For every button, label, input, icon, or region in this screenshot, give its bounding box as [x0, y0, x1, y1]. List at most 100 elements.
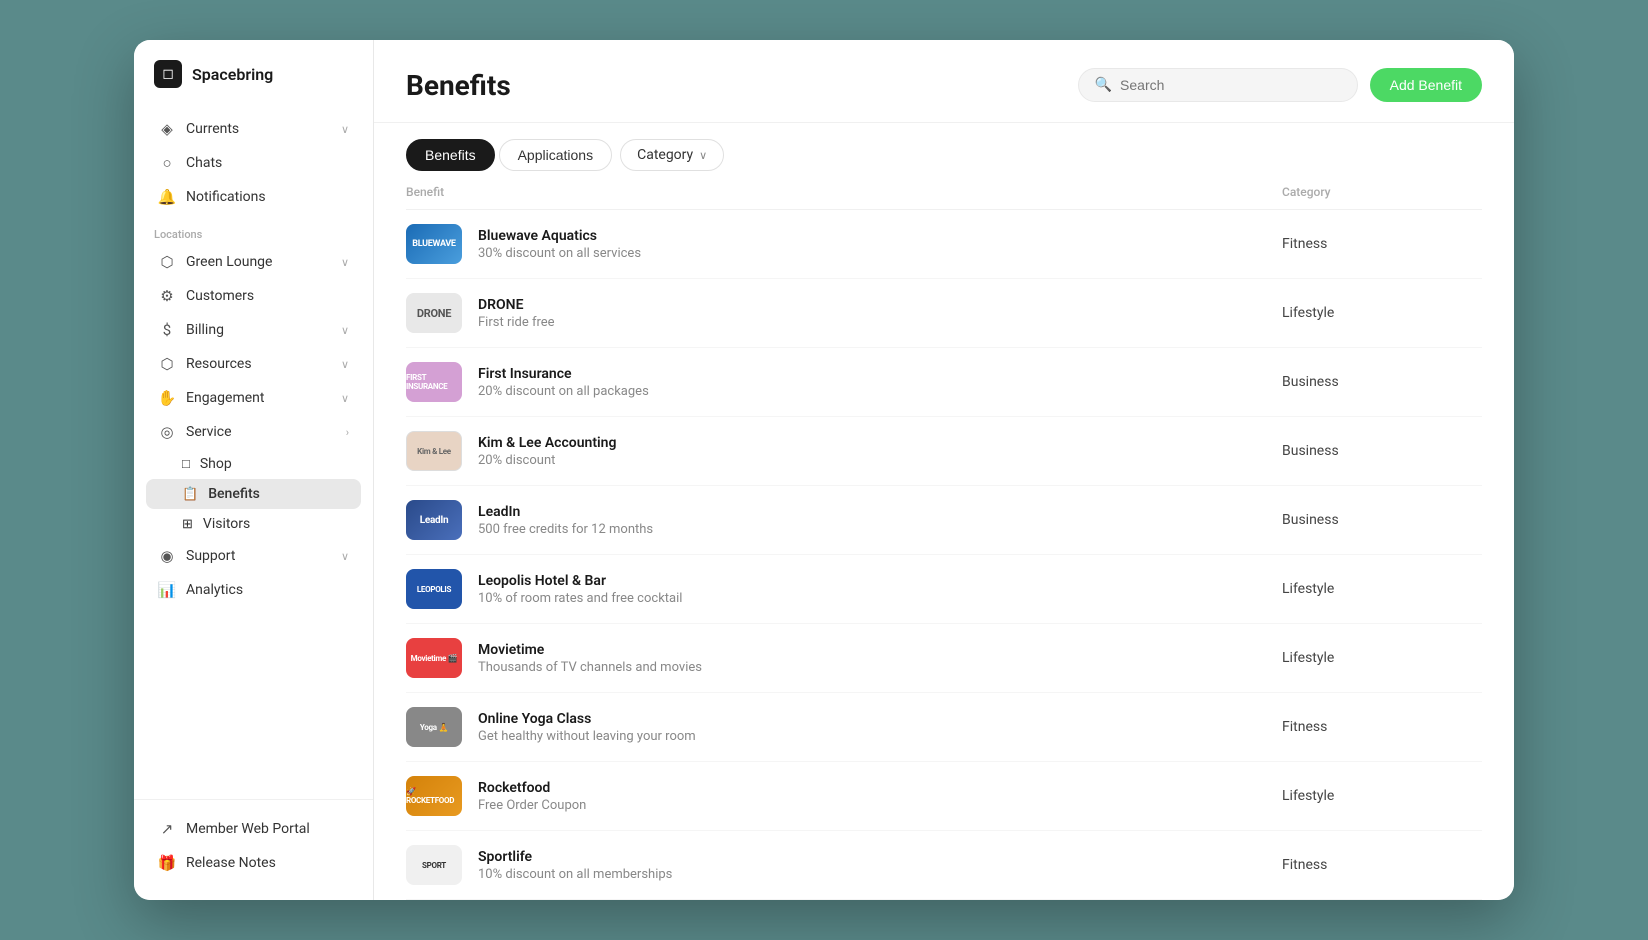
table-row[interactable]: LeadIn LeadIn 500 free credits for 12 mo… [406, 486, 1482, 555]
benefit-info: Rocketfood Free Order Coupon [478, 780, 586, 813]
analytics-icon: 📊 [158, 581, 176, 599]
table-body: BLUEWAVE Bluewave Aquatics 30% discount … [406, 210, 1482, 900]
chevron-down-icon: ∨ [341, 324, 349, 337]
search-input[interactable] [1120, 77, 1341, 93]
benefit-info: Bluewave Aquatics 30% discount on all se… [478, 228, 641, 261]
benefit-cell: LEOPOLIS Leopolis Hotel & Bar 10% of roo… [406, 569, 1282, 609]
benefit-name: LeadIn [478, 504, 653, 520]
sidebar-item-customers[interactable]: ⚙ Customers [146, 279, 361, 313]
benefit-cell: 🚀 ROCKETFOOD Rocketfood Free Order Coupo… [406, 776, 1282, 816]
category-cell: Business [1282, 443, 1482, 459]
benefit-description: 500 free credits for 12 months [478, 522, 653, 537]
sidebar-bottom: ↗ Member Web Portal 🎁 Release Notes [134, 799, 373, 880]
benefit-logo: SPORT [406, 845, 462, 885]
benefit-logo: LEOPOLIS [406, 569, 462, 609]
benefit-name: Sportlife [478, 849, 672, 865]
chevron-down-icon: ∨ [341, 123, 349, 136]
sidebar-item-billing[interactable]: $ Billing ∨ [146, 313, 361, 347]
sidebar-item-engagement[interactable]: ✋ Engagement ∨ [146, 381, 361, 415]
category-cell: Fitness [1282, 857, 1482, 873]
visitors-label: Visitors [203, 516, 250, 532]
benefit-name: Leopolis Hotel & Bar [478, 573, 682, 589]
table-row[interactable]: Movietime 🎬 Movietime Thousands of TV ch… [406, 624, 1482, 693]
benefit-name: Kim & Lee Accounting [478, 435, 616, 451]
table-header: Benefit Category [406, 171, 1482, 210]
table-row[interactable]: Yoga 🧘 Online Yoga Class Get healthy wit… [406, 693, 1482, 762]
sidebar-subitem-shop[interactable]: □ Shop [146, 449, 361, 479]
benefit-info: LeadIn 500 free credits for 12 months [478, 504, 653, 537]
sidebar-item-release-notes[interactable]: 🎁 Release Notes [146, 846, 361, 880]
sidebar-item-service[interactable]: ◎ Service › [146, 415, 361, 449]
table-row[interactable]: FIRST INSURANCE First Insurance 20% disc… [406, 348, 1482, 417]
benefit-description: 20% discount on all packages [478, 384, 649, 399]
benefit-description: 20% discount [478, 453, 616, 468]
category-dropdown[interactable]: Category ∨ [620, 139, 724, 171]
tab-applications[interactable]: Applications [499, 139, 613, 171]
sidebar-item-support[interactable]: ◉ Support ∨ [146, 539, 361, 573]
sidebar-item-analytics[interactable]: 📊 Analytics [146, 573, 361, 607]
sidebar-item-currents[interactable]: ◈ Currents ∨ [146, 112, 361, 146]
main-content: Benefits 🔍 Add Benefit Benefits Applicat… [374, 40, 1514, 900]
table-row[interactable]: 🚀 ROCKETFOOD Rocketfood Free Order Coupo… [406, 762, 1482, 831]
service-label: Service [186, 424, 232, 440]
chevron-down-icon: ∨ [341, 550, 349, 563]
sidebar-item-chats[interactable]: ○ Chats [146, 146, 361, 180]
sidebar-item-notifications[interactable]: 🔔 Notifications [146, 180, 361, 214]
sidebar: ◻ Spacebring ◈ Currents ∨ ○ Chats 🔔 Noti… [134, 40, 374, 900]
sidebar-item-resources[interactable]: ⬡ Resources ∨ [146, 347, 361, 381]
benefit-logo: 🚀 ROCKETFOOD [406, 776, 462, 816]
table-row[interactable]: DRONE DRONE First ride free Lifestyle [406, 279, 1482, 348]
benefit-description: First ride free [478, 315, 555, 330]
benefit-logo: Yoga 🧘 [406, 707, 462, 747]
table-row[interactable]: LEOPOLIS Leopolis Hotel & Bar 10% of roo… [406, 555, 1482, 624]
category-cell: Business [1282, 512, 1482, 528]
benefit-cell: LeadIn LeadIn 500 free credits for 12 mo… [406, 500, 1282, 540]
benefit-name: DRONE [478, 297, 555, 313]
member-portal-label: Member Web Portal [186, 821, 310, 837]
benefit-name: First Insurance [478, 366, 649, 382]
sidebar-item-member-portal[interactable]: ↗ Member Web Portal [146, 812, 361, 846]
app-logo-icon: ◻ [154, 60, 182, 88]
currents-label: Currents [186, 121, 239, 137]
benefits-icon: 📋 [182, 487, 198, 502]
visitors-icon: ⊞ [182, 517, 193, 532]
add-benefit-button[interactable]: Add Benefit [1370, 68, 1482, 102]
engagement-label: Engagement [186, 390, 264, 406]
benefit-info: Movietime Thousands of TV channels and m… [478, 642, 702, 675]
benefit-info: Kim & Lee Accounting 20% discount [478, 435, 616, 468]
sidebar-subitem-benefits[interactable]: 📋 Benefits [146, 479, 361, 509]
category-cell: Lifestyle [1282, 581, 1482, 597]
table-row[interactable]: Kim & Lee Kim & Lee Accounting 20% disco… [406, 417, 1482, 486]
logo-area: ◻ Spacebring [134, 60, 373, 112]
search-box[interactable]: 🔍 [1078, 68, 1358, 102]
category-label: Category [637, 147, 693, 163]
col-category-header: Category [1282, 185, 1482, 199]
benefit-cell: Kim & Lee Kim & Lee Accounting 20% disco… [406, 431, 1282, 471]
locations-label: Locations [146, 222, 361, 245]
chevron-down-icon: ∨ [341, 256, 349, 269]
sidebar-subitem-visitors[interactable]: ⊞ Visitors [146, 509, 361, 539]
benefit-logo: Movietime 🎬 [406, 638, 462, 678]
currents-icon: ◈ [158, 120, 176, 138]
benefit-description: Thousands of TV channels and movies [478, 660, 702, 675]
engagement-icon: ✋ [158, 389, 176, 407]
location-icon: ⬡ [158, 253, 176, 271]
gift-icon: 🎁 [158, 854, 176, 872]
benefit-name: Online Yoga Class [478, 711, 696, 727]
table-row[interactable]: SPORT Sportlife 10% discount on all memb… [406, 831, 1482, 900]
analytics-label: Analytics [186, 582, 243, 598]
benefit-cell: SPORT Sportlife 10% discount on all memb… [406, 845, 1282, 885]
benefit-description: Free Order Coupon [478, 798, 586, 813]
customers-label: Customers [186, 288, 254, 304]
search-icon: 🔍 [1095, 77, 1112, 93]
benefit-info: Online Yoga Class Get healthy without le… [478, 711, 696, 744]
benefit-cell: BLUEWAVE Bluewave Aquatics 30% discount … [406, 224, 1282, 264]
tab-benefits[interactable]: Benefits [406, 139, 495, 171]
benefit-logo: BLUEWAVE [406, 224, 462, 264]
category-cell: Lifestyle [1282, 650, 1482, 666]
table-row[interactable]: BLUEWAVE Bluewave Aquatics 30% discount … [406, 210, 1482, 279]
benefit-logo: LeadIn [406, 500, 462, 540]
benefit-name: Movietime [478, 642, 702, 658]
sidebar-item-location[interactable]: ⬡ Green Lounge ∨ [146, 245, 361, 279]
notifications-label: Notifications [186, 189, 266, 205]
